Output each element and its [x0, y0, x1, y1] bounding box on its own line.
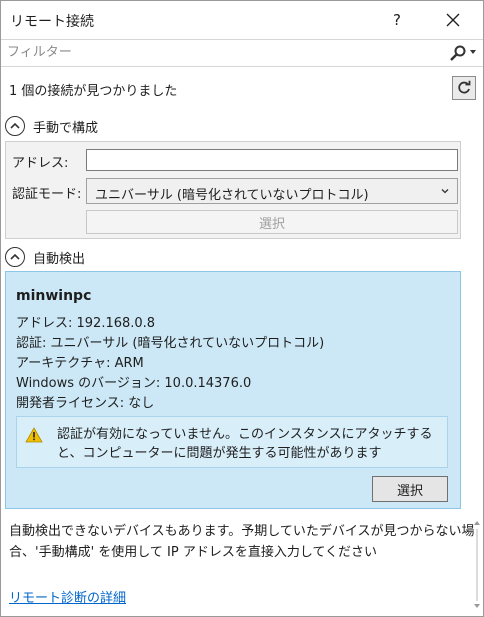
auto-detect-note: 自動検出できないデバイスもあります。予期していたデバイスが見つからない場合、'手… — [9, 524, 475, 560]
help-button[interactable]: ? — [377, 5, 417, 35]
detected-device-card[interactable]: minwinpc アドレス: 192.168.0.8 認証: ユニバーサル (暗… — [5, 271, 461, 509]
manual-config-label: 手動で構成 — [33, 120, 99, 136]
filter-input[interactable] — [7, 43, 427, 61]
refresh-button[interactable] — [452, 76, 476, 100]
chevron-down-icon — [441, 189, 449, 194]
device-name: minwinpc — [16, 288, 92, 304]
warning-icon — [25, 427, 43, 443]
auto-detect-label: 自動検出 — [33, 251, 86, 267]
device-auth: 認証: ユニバーサル (暗号化されていないプロトコル) — [16, 336, 325, 351]
device-license: 開発者ライセンス: なし — [16, 396, 155, 411]
manual-select-button[interactable]: 選択 — [86, 210, 458, 234]
help-icon: ? — [393, 11, 401, 29]
manual-config-header[interactable]: 手動で構成 — [5, 116, 98, 136]
close-icon — [446, 13, 460, 27]
scroll-up-arrow[interactable] — [474, 521, 480, 525]
auth-mode-value: ユニバーサル (暗号化されていないプロトコル) — [95, 188, 369, 203]
chevron-up-icon[interactable] — [5, 116, 25, 136]
chevron-up-icon[interactable] — [5, 247, 25, 267]
auth-mode-label: 認証モード: — [12, 187, 82, 202]
search-icon[interactable] — [447, 44, 469, 62]
search-options-arrow[interactable] — [470, 50, 476, 54]
device-select-button[interactable]: 選択 — [372, 476, 448, 502]
scrollbar-thumb[interactable] — [476, 529, 478, 601]
manual-config-panel: アドレス: 認証モード: ユニバーサル (暗号化されていないプロトコル) 選択 — [5, 141, 461, 239]
device-architecture: アーキテクチャ: ARM — [16, 356, 144, 371]
auth-warning: 認証が有効になっていません。このインスタンスにアタッチすると、コンピューターに問… — [16, 416, 448, 468]
scroll-down-arrow[interactable] — [474, 604, 480, 608]
connection-count: 1 個の接続が見つかりました — [9, 84, 178, 99]
address-input[interactable] — [86, 149, 458, 171]
remote-connection-dialog: リモート接続 ? 1 個の接続が見つかりました 手動で構成 アドレス: — [0, 0, 484, 617]
device-address: アドレス: 192.168.0.8 — [16, 316, 156, 331]
window-title: リモート接続 — [10, 14, 94, 30]
refresh-icon — [458, 80, 471, 94]
title-bar: リモート接続 ? — [1, 1, 483, 39]
remote-diagnostics-link[interactable]: リモート診断の詳細 — [9, 587, 126, 606]
warning-text: 認証が有効になっていません。このインスタンスにアタッチすると、コンピューターに問… — [57, 427, 433, 461]
device-windows-version: Windows のバージョン: 10.0.14376.0 — [16, 376, 252, 391]
address-label: アドレス: — [12, 156, 69, 171]
filter-bar — [1, 39, 483, 67]
auth-mode-select[interactable]: ユニバーサル (暗号化されていないプロトコル) — [86, 178, 458, 204]
close-button[interactable] — [433, 5, 473, 35]
auto-detect-header[interactable]: 自動検出 — [5, 247, 85, 267]
